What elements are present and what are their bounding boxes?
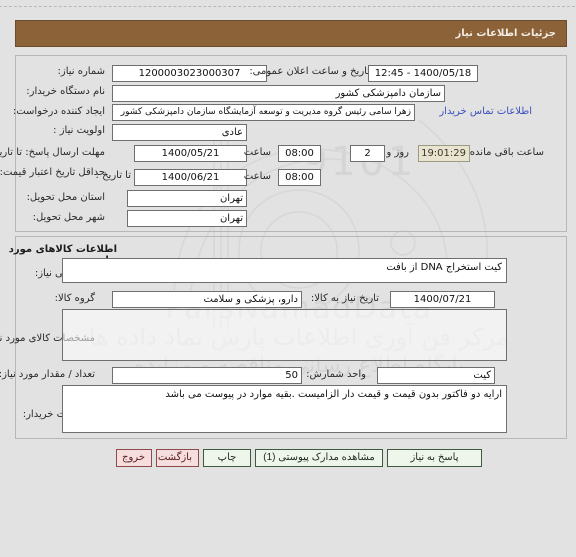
buyer-notes-value[interactable]: ارایه دو فاکتور بدون قیمت و قیمت دار الز… <box>63 385 508 433</box>
need-number-value[interactable]: 1200003023000307 <box>113 65 268 82</box>
page-title: جزئیات اطلاعات نیاز <box>456 28 557 39</box>
priority-label: اولویت نیاز : <box>54 125 106 136</box>
buyer-contact-link[interactable]: اطلاعات تماس خریدار <box>440 106 533 117</box>
general-desc-value[interactable]: کیت استخراج DNA از بافت <box>63 258 508 283</box>
page-root: مرکز فن آوری اطلاعات پارس نماد داده ها پ… <box>0 0 576 557</box>
page-title-bar: جزئیات اطلاعات نیاز <box>16 20 568 47</box>
price-validity-hour-label: ساعت <box>244 171 272 182</box>
deadline-label: مهلت ارسال پاسخ: تا تاریخ : <box>0 147 106 158</box>
remaining-countdown-timer: 19:01:29 <box>419 145 471 162</box>
quantity-value[interactable]: 50 <box>113 367 303 384</box>
need-date-value[interactable]: 1400/07/21 <box>391 291 496 308</box>
creator-value[interactable]: زهرا سامی رئیس گروه مدیریت و توسعه آزمای… <box>113 104 416 121</box>
price-validity-until-label: تا تاریخ : <box>96 170 132 181</box>
quantity-label: تعداد / مقدار مورد نیاز: <box>0 369 96 380</box>
public-announce-label: تاریخ و ساعت اعلان عمومی: <box>250 66 371 77</box>
row-buyer-org: نام دستگاه خریدار: <box>23 86 106 97</box>
row-creator: ایجاد کننده درخواست: <box>10 106 106 117</box>
public-announce-value[interactable]: 1400/05/18 - 12:45 <box>369 65 479 82</box>
city-value[interactable]: تهران <box>128 210 248 227</box>
row-need-number: شماره نیاز: <box>55 66 107 77</box>
deadline-hour[interactable]: 08:00 <box>279 145 322 162</box>
back-button[interactable]: بازگشت <box>157 449 200 467</box>
view-attachments-button[interactable]: مشاهده مدارک پیوستی (1) <box>256 449 384 467</box>
specs-value[interactable] <box>63 309 508 361</box>
province-value[interactable]: تهران <box>128 190 248 207</box>
buyer-org-label: نام دستگاه خریدار: <box>27 86 106 97</box>
action-button-bar: پاسخ به نیاز مشاهده مدارک پیوستی (1) چاپ… <box>16 447 568 469</box>
province-label: استان محل تحویل: <box>27 192 106 203</box>
deadline-hour-label: ساعت <box>244 147 272 158</box>
top-divider <box>0 6 576 7</box>
row-public-announce: تاریخ و ساعت اعلان عمومی: <box>246 66 371 77</box>
price-validity-date[interactable]: 1400/06/21 <box>135 169 248 186</box>
row-deadline: مهلت ارسال پاسخ: تا تاریخ : <box>0 147 106 158</box>
goods-group-value[interactable]: دارو، پزشکی و سلامت <box>113 291 303 308</box>
goods-group-label: گروه کالا: <box>55 293 96 304</box>
remaining-days[interactable]: 2 <box>351 145 386 162</box>
buyer-org-value[interactable]: سازمان دامپزشکی کشور <box>113 85 446 102</box>
print-button[interactable]: چاپ <box>204 449 252 467</box>
remaining-days-separator: روز و <box>387 147 411 158</box>
need-date-label: تاریخ نیاز به کالا: <box>311 293 380 304</box>
row-city: شهر محل تحویل: <box>30 212 106 223</box>
priority-value[interactable]: عادی <box>113 124 248 141</box>
need-number-label: شماره نیاز: <box>58 66 107 77</box>
creator-label: ایجاد کننده درخواست: <box>13 106 106 117</box>
price-validity-hour[interactable]: 08:00 <box>279 169 322 186</box>
request-info-panel <box>16 55 568 232</box>
row-province: استان محل تحویل: <box>24 192 106 203</box>
row-goods-group: گروه کالا: <box>52 293 96 304</box>
city-label: شهر محل تحویل: <box>33 212 106 223</box>
deadline-date[interactable]: 1400/05/21 <box>135 145 248 162</box>
unit-label: واحد شمارش: <box>307 369 367 380</box>
exit-button[interactable]: خروج <box>117 449 153 467</box>
remaining-suffix-label: ساعت باقی مانده <box>470 147 545 158</box>
row-priority: اولویت نیاز : <box>50 125 106 136</box>
reply-to-need-button[interactable]: پاسخ به نیاز <box>388 449 483 467</box>
row-quantity: تعداد / مقدار مورد نیاز: <box>0 369 96 380</box>
unit-value[interactable]: کیت <box>378 367 496 384</box>
